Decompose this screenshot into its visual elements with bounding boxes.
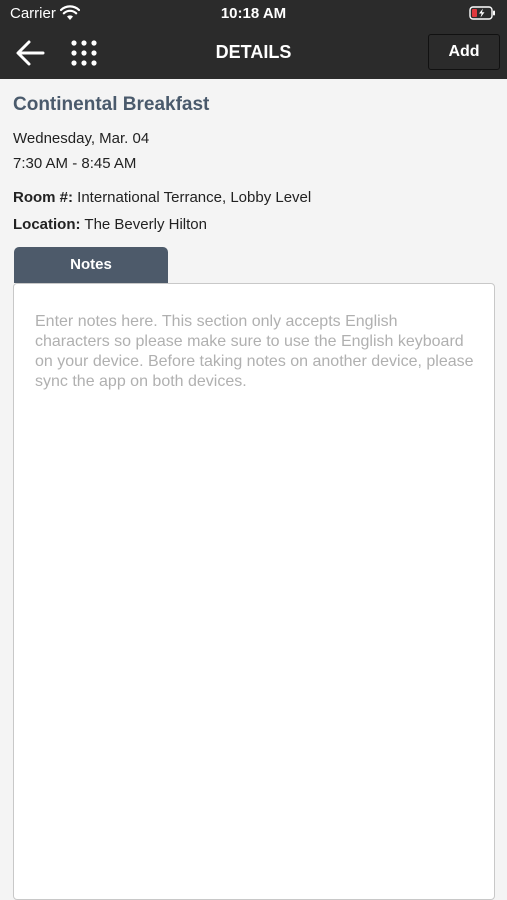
add-button[interactable]: Add xyxy=(428,34,500,70)
location-value: The Beverly Hilton xyxy=(84,216,207,233)
notes-input[interactable] xyxy=(14,284,494,899)
notes-panel xyxy=(13,283,495,900)
details-content: Continental Breakfast Wednesday, Mar. 04… xyxy=(0,79,507,900)
location-info: Location: The Beverly Hilton xyxy=(13,216,207,233)
location-label: Location: xyxy=(13,216,81,233)
status-bar: Carrier 10:18 AM xyxy=(0,0,507,28)
tab-notes[interactable]: Notes xyxy=(14,247,168,283)
event-time: 7:30 AM - 8:45 AM xyxy=(13,155,137,172)
room-label: Room #: xyxy=(13,189,73,206)
arrow-left-icon[interactable] xyxy=(14,39,46,67)
battery-charging-icon xyxy=(469,6,497,25)
nav-bar: DETAILS Add xyxy=(0,28,507,79)
event-title: Continental Breakfast xyxy=(13,94,210,115)
status-time: 10:18 AM xyxy=(220,5,287,22)
grid-dots-icon[interactable] xyxy=(70,39,98,67)
event-date: Wednesday, Mar. 04 xyxy=(13,130,150,147)
room-value: International Terrance, Lobby Level xyxy=(77,189,312,206)
room-info: Room #: International Terrance, Lobby Le… xyxy=(13,189,311,206)
